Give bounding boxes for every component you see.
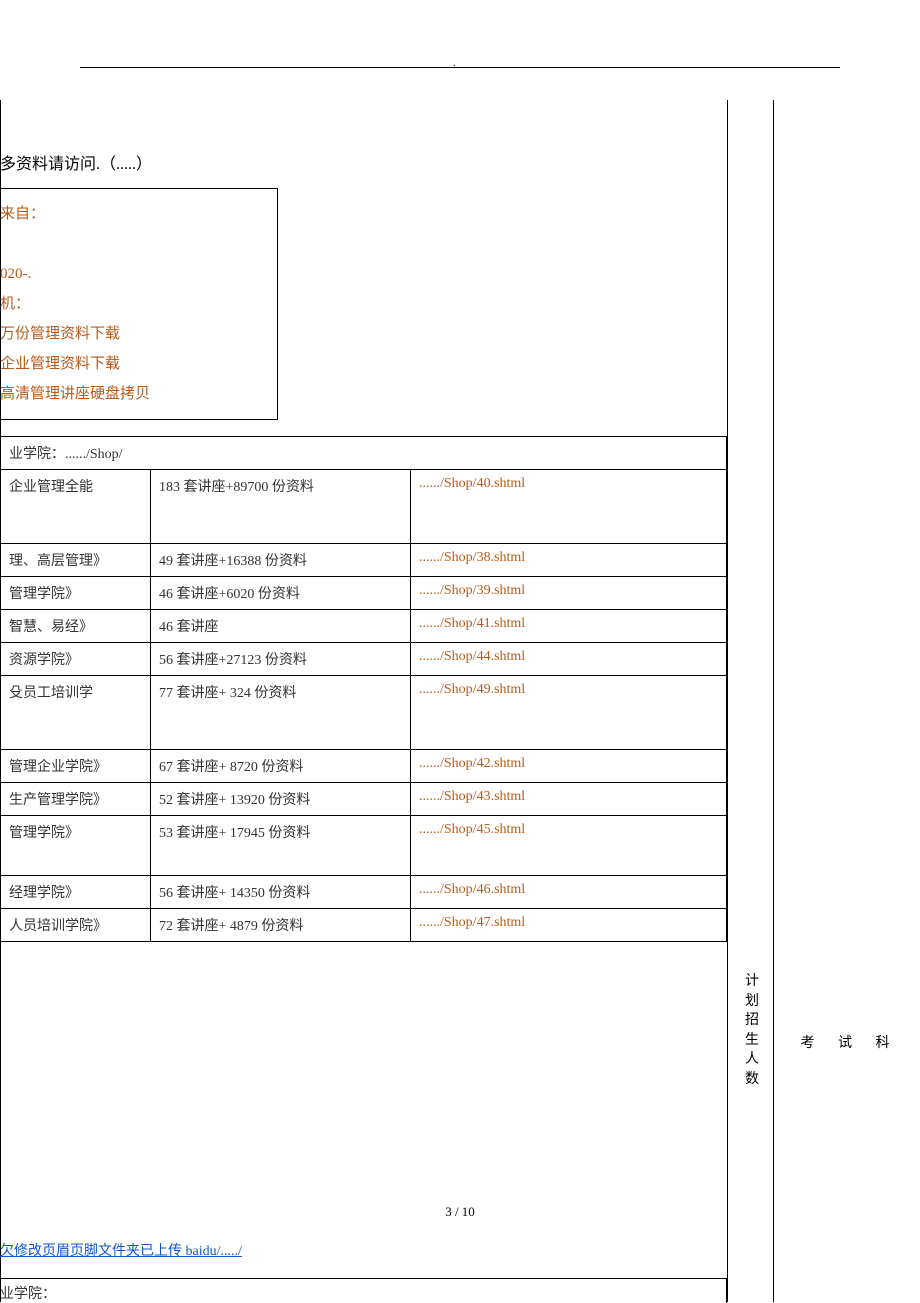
course-count-cell: 53 套讲座+ 17945 份资料: [151, 816, 411, 876]
table-row: 人员培训学院》72 套讲座+ 4879 份资料....../Shop/47.sh…: [1, 909, 727, 942]
course-table-2-header: 业学院：: [0, 1278, 727, 1303]
table-row: 企业管理全能183 套讲座+89700 份资料....../Shop/40.sh…: [1, 470, 727, 544]
course-link-cell[interactable]: ....../Shop/49.shtml: [411, 676, 727, 750]
promo-line: 来自：: [0, 199, 269, 229]
course-count-cell: 56 套讲座+ 14350 份资料: [151, 876, 411, 909]
course-link-cell[interactable]: ....../Shop/38.shtml: [411, 544, 727, 577]
divider-vertical: [773, 100, 774, 1302]
course-name-cell: 生产管理学院》: [1, 783, 151, 816]
table-row: 理、高层管理》49 套讲座+16388 份资料....../Shop/38.sh…: [1, 544, 727, 577]
page-number: 3 / 10: [0, 1204, 920, 1220]
promo-line: 企业管理资料下载: [0, 349, 269, 379]
course-count-cell: 46 套讲座+6020 份资料: [151, 577, 411, 610]
promo-line: 020-.: [0, 259, 269, 289]
table-row: 经理学院》56 套讲座+ 14350 份资料....../Shop/46.sht…: [1, 876, 727, 909]
column-label-exam: 考 试 科: [790, 1034, 910, 1054]
promo-line: 高清管理讲座硬盘拷贝: [0, 379, 269, 409]
course-count-cell: 72 套讲座+ 4879 份资料: [151, 909, 411, 942]
course-count-cell: 56 套讲座+27123 份资料: [151, 643, 411, 676]
course-count-cell: 52 套讲座+ 13920 份资料: [151, 783, 411, 816]
table-row: 资源学院》56 套讲座+27123 份资料....../Shop/44.shtm…: [1, 643, 727, 676]
table-header: 业学院：....../Shop/: [1, 437, 727, 470]
footer-link[interactable]: 欠修改页眉页脚文件夹已上传 baidu/...../: [0, 1240, 242, 1260]
course-name-cell: 智慧、易经》: [1, 610, 151, 643]
course-count-cell: 49 套讲座+16388 份资料: [151, 544, 411, 577]
promo-box: 来自： 020-. 机： 万份管理资料下载 企业管理资料下载 高清管理讲座硬盘拷…: [0, 188, 278, 420]
promo-line: 机：: [0, 289, 269, 319]
course-link-cell[interactable]: ....../Shop/44.shtml: [411, 643, 727, 676]
table-row: 殳员工培训学77 套讲座+ 324 份资料....../Shop/49.shtm…: [1, 676, 727, 750]
course-name-cell: 资源学院》: [1, 643, 151, 676]
table-row: 管理企业学院》67 套讲座+ 8720 份资料....../Shop/42.sh…: [1, 750, 727, 783]
course-link-cell[interactable]: ....../Shop/40.shtml: [411, 470, 727, 544]
page-title: 多资料请访问.（.....）: [0, 150, 230, 174]
course-link-cell[interactable]: ....../Shop/42.shtml: [411, 750, 727, 783]
header-rule: [80, 67, 840, 68]
course-name-cell: 人员培训学院》: [1, 909, 151, 942]
course-name-cell: 企业管理全能: [1, 470, 151, 544]
table-row: 生产管理学院》52 套讲座+ 13920 份资料....../Shop/43.s…: [1, 783, 727, 816]
course-link-cell[interactable]: ....../Shop/39.shtml: [411, 577, 727, 610]
course-count-cell: 46 套讲座: [151, 610, 411, 643]
header-dot: .: [453, 58, 456, 69]
course-name-cell: 管理企业学院》: [1, 750, 151, 783]
course-name-cell: 管理学院》: [1, 577, 151, 610]
table-row: 管理学院》46 套讲座+6020 份资料....../Shop/39.shtml: [1, 577, 727, 610]
course-link-cell[interactable]: ....../Shop/46.shtml: [411, 876, 727, 909]
course-count-cell: 67 套讲座+ 8720 份资料: [151, 750, 411, 783]
course-count-cell: 183 套讲座+89700 份资料: [151, 470, 411, 544]
promo-line: 万份管理资料下载: [0, 319, 269, 349]
course-link-cell[interactable]: ....../Shop/47.shtml: [411, 909, 727, 942]
divider-vertical: [727, 100, 728, 1302]
course-name-cell: 理、高层管理》: [1, 544, 151, 577]
course-link-cell[interactable]: ....../Shop/41.shtml: [411, 610, 727, 643]
course-table: 业学院：....../Shop/ 企业管理全能183 套讲座+89700 份资料…: [0, 436, 727, 942]
table-row: 智慧、易经》46 套讲座....../Shop/41.shtml: [1, 610, 727, 643]
column-label-plan: 计划招生人数: [743, 972, 761, 1090]
course-name-cell: 经理学院》: [1, 876, 151, 909]
course-count-cell: 77 套讲座+ 324 份资料: [151, 676, 411, 750]
course-link-cell[interactable]: ....../Shop/43.shtml: [411, 783, 727, 816]
course-name-cell: 管理学院》: [1, 816, 151, 876]
course-link-cell[interactable]: ....../Shop/45.shtml: [411, 816, 727, 876]
course-name-cell: 殳员工培训学: [1, 676, 151, 750]
table-row: 管理学院》53 套讲座+ 17945 份资料....../Shop/45.sht…: [1, 816, 727, 876]
